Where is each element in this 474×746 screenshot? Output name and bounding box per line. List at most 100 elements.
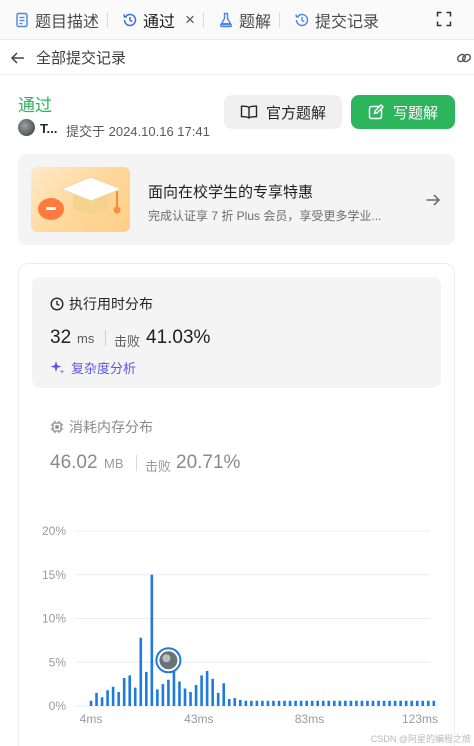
x-tick-label: 4ms xyxy=(80,712,103,726)
arrow-left-icon[interactable] xyxy=(10,50,26,66)
bar xyxy=(404,700,408,706)
bar xyxy=(366,700,369,706)
bar xyxy=(410,700,414,706)
tab-accepted[interactable]: 通过 × xyxy=(108,0,203,40)
memory-value: 46.02 xyxy=(50,452,98,473)
memory-title: 消耗内存分布 xyxy=(69,419,153,435)
avatar-highlight xyxy=(162,654,171,663)
bar xyxy=(244,700,248,706)
runtime-beat-percent: 41.03% xyxy=(146,327,211,348)
all-submissions-link[interactable]: 全部提交记录 xyxy=(36,47,126,68)
bar xyxy=(332,700,336,706)
bar xyxy=(100,697,104,706)
author-name[interactable]: T... xyxy=(40,121,57,136)
runtime-title: 执行用时分布 xyxy=(69,296,153,312)
runtime-beat-label: 击败 xyxy=(114,334,141,349)
arrow-right-icon[interactable] xyxy=(425,192,441,208)
sparkle-icon xyxy=(50,360,65,375)
tab-accepted-label: 通过 xyxy=(143,13,176,31)
avatar[interactable] xyxy=(18,119,35,136)
memory-heading[interactable]: 消耗内存分布 xyxy=(50,417,153,437)
y-tick-label: 5% xyxy=(49,655,67,669)
bar xyxy=(189,692,192,706)
bar xyxy=(261,700,264,706)
bar xyxy=(288,700,292,706)
bar xyxy=(117,692,120,706)
runtime-unit: ms xyxy=(77,331,95,346)
bar xyxy=(111,686,115,706)
bar xyxy=(426,700,430,706)
bar xyxy=(338,700,342,706)
bar xyxy=(344,700,347,706)
edit-icon xyxy=(368,104,384,120)
memory-unit: MB xyxy=(104,456,124,471)
bar xyxy=(294,700,297,706)
tab-submissions[interactable]: 提交记录 xyxy=(280,0,387,40)
bar xyxy=(183,688,187,706)
chip-icon xyxy=(50,420,64,434)
memory-beat-percent: 20.71% xyxy=(176,452,241,473)
memory-beat-label: 击败 xyxy=(145,459,172,474)
bar xyxy=(255,700,259,706)
divider xyxy=(105,330,106,346)
bar xyxy=(238,699,242,706)
tab-description[interactable]: 题目描述 xyxy=(0,0,107,40)
fullscreen-icon[interactable] xyxy=(436,11,452,27)
bar xyxy=(327,700,331,706)
write-solution-button[interactable]: 写题解 xyxy=(351,95,455,129)
bar xyxy=(205,671,209,706)
bar xyxy=(167,679,170,706)
bar xyxy=(122,678,126,706)
bar xyxy=(194,685,198,706)
bar xyxy=(128,675,132,706)
bar xyxy=(316,700,320,706)
student-promo-banner[interactable]: 面向在校学生的专享特惠 完成认证享 7 折 Plus 会员，享受更多学业... xyxy=(18,154,455,245)
runtime-distribution-chart[interactable]: 20% 15% 10% 5% 0% 4ms 43ms 83ms 123ms xyxy=(0,510,474,730)
link-icon[interactable] xyxy=(456,50,472,66)
bar xyxy=(133,687,137,706)
bar xyxy=(89,700,93,706)
tab-solutions-label: 题解 xyxy=(238,13,271,31)
y-tick-label: 15% xyxy=(42,568,66,582)
history-icon xyxy=(294,12,310,28)
bar xyxy=(216,692,220,706)
bar xyxy=(305,700,308,706)
bar xyxy=(421,700,425,706)
close-icon[interactable]: × xyxy=(185,10,195,30)
bar xyxy=(277,700,281,706)
bar xyxy=(388,700,391,706)
bar xyxy=(349,700,353,706)
bar xyxy=(266,700,270,706)
tab-solutions[interactable]: 题解 xyxy=(204,0,279,40)
y-tick-label: 0% xyxy=(49,699,67,713)
bar xyxy=(200,675,203,706)
bar xyxy=(393,700,397,706)
tab-description-label: 题目描述 xyxy=(35,13,100,31)
bar xyxy=(150,574,154,706)
runtime-heading: 执行用时分布 xyxy=(50,294,153,314)
official-solution-button[interactable]: 官方题解 xyxy=(224,95,342,129)
description-icon xyxy=(14,12,30,28)
book-icon xyxy=(240,104,258,120)
history-icon xyxy=(122,12,138,28)
bar xyxy=(415,700,419,706)
bar xyxy=(321,700,325,706)
watermark: CSDN @阿星的编程之旅 xyxy=(370,734,471,744)
bar xyxy=(233,698,237,706)
bar xyxy=(227,699,231,706)
complexity-analysis-label: 复杂度分析 xyxy=(71,361,137,376)
y-tick-label: 20% xyxy=(42,524,66,538)
tab-bar: 题目描述 通过 × 题解 提交记录 xyxy=(0,0,474,40)
bar xyxy=(106,690,109,706)
bar xyxy=(250,700,253,706)
bar xyxy=(222,683,226,706)
complexity-analysis-link[interactable]: 复杂度分析 xyxy=(50,358,136,377)
bar xyxy=(156,689,159,706)
graduation-cap-illustration xyxy=(31,167,130,232)
promo-subtitle: 完成认证享 7 折 Plus 会员，享受更多学业... xyxy=(148,209,382,223)
clock-icon xyxy=(50,297,64,311)
official-solution-label: 官方题解 xyxy=(265,104,326,122)
y-tick-label: 10% xyxy=(42,612,66,626)
bar xyxy=(432,700,436,706)
bar xyxy=(272,700,275,706)
